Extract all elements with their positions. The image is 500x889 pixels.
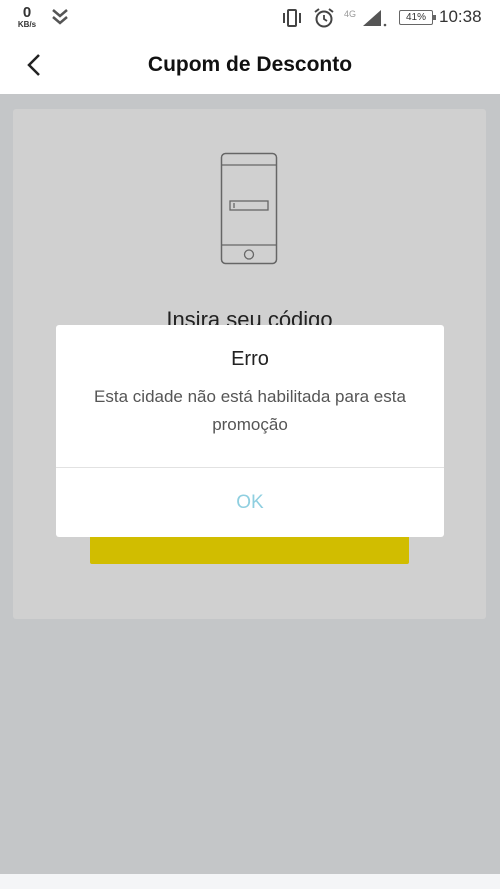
signal-icon (363, 10, 387, 27)
vibrate-icon (283, 9, 301, 27)
dialog-message: Esta cidade não está habilitada para est… (94, 387, 406, 434)
status-bar: 0 KB/s 4G 41% 10:38 (0, 0, 500, 36)
ok-button[interactable]: OK (56, 468, 444, 537)
dialog-title: Erro (231, 348, 269, 370)
network-type-label: 4G (344, 9, 357, 19)
bottom-bar (0, 874, 500, 889)
net-speed-value: 0 (22, 4, 32, 21)
submit-coupon-button[interactable] (90, 534, 409, 564)
app-header: Cupom de Desconto (0, 36, 500, 94)
clock: 10:38 (439, 7, 482, 26)
phone-with-input-icon (220, 152, 278, 265)
download-icon (52, 9, 68, 25)
alarm-icon (314, 8, 334, 28)
net-speed-indicator: 0 KB/s (13, 5, 41, 29)
error-dialog: Erro Esta cidade não está habilitada par… (56, 325, 444, 537)
page-title: Cupom de Desconto (147, 53, 353, 76)
battery-level: 41% (405, 12, 426, 23)
battery-icon: 41% (399, 10, 436, 25)
net-speed-unit: KB/s (17, 20, 37, 29)
